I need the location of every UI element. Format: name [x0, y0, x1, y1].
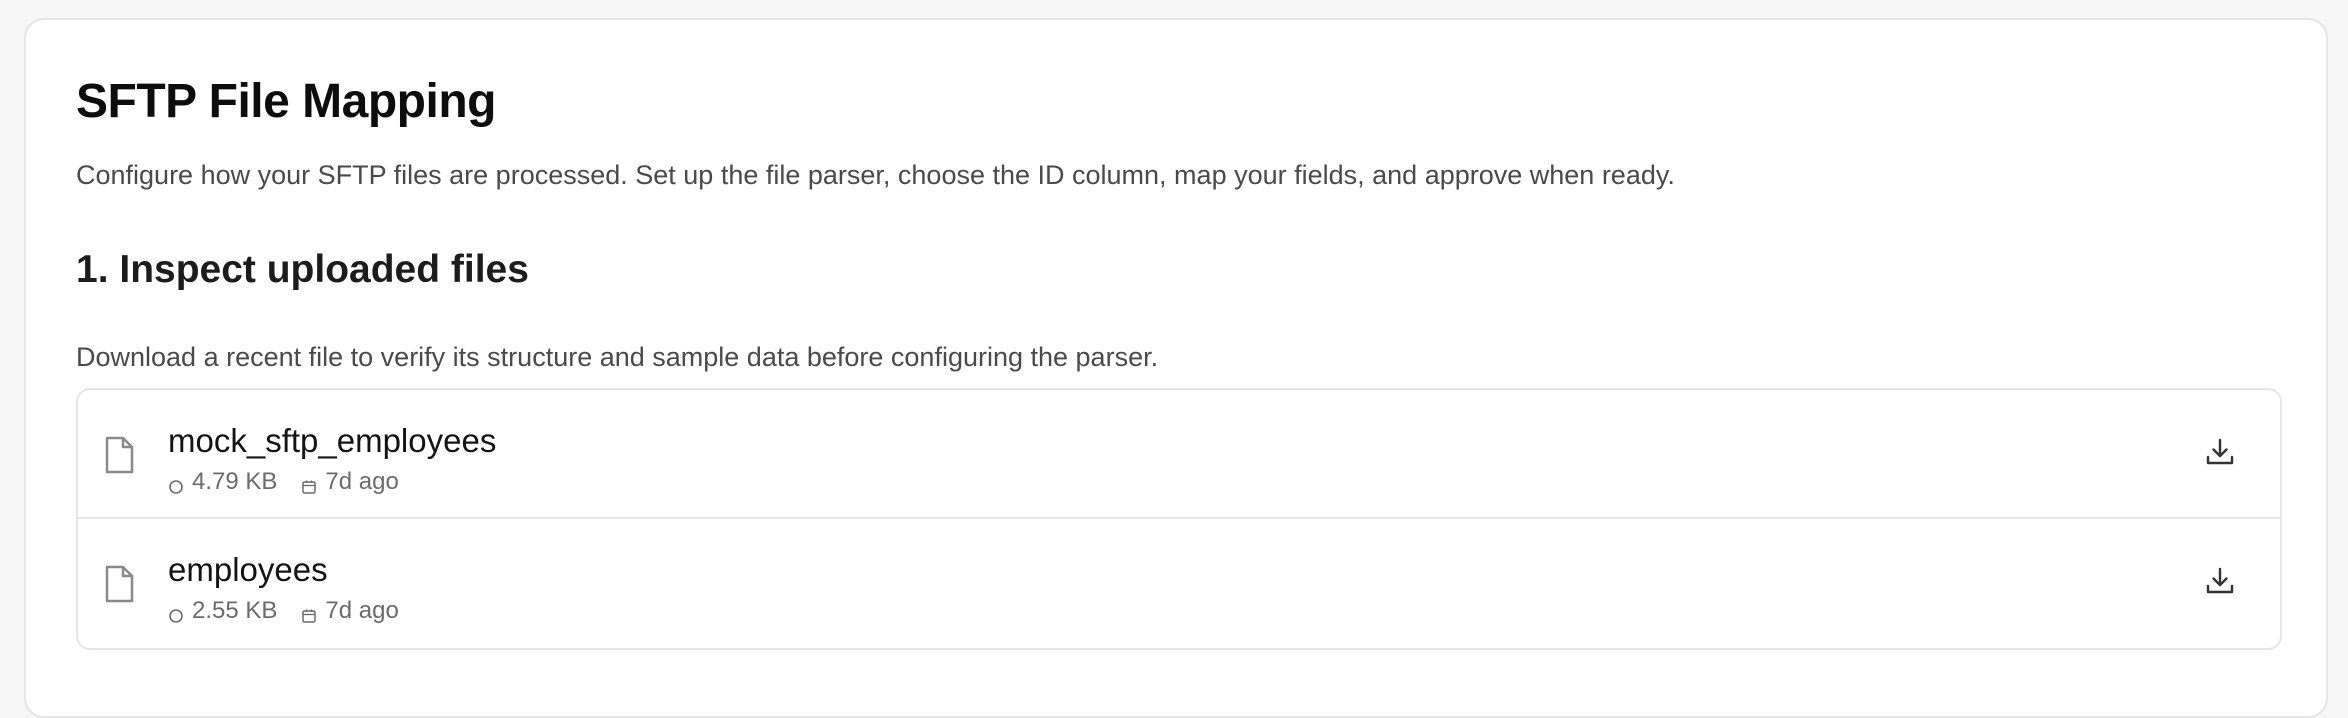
file-age: 7d ago: [301, 468, 399, 496]
download-button[interactable]: [2200, 563, 2240, 603]
file-row: employees 2.55 KB 7d ago: [78, 519, 2280, 648]
file-size-value: 4.79 KB: [192, 468, 278, 495]
file-meta: 2.55 KB 7d ago: [168, 597, 423, 625]
section-title-inspect-files: 1. Inspect uploaded files: [76, 248, 529, 291]
file-age-value: 7d ago: [325, 597, 399, 624]
file-meta: 4.79 KB 7d ago: [168, 468, 423, 496]
page-description: Configure how your SFTP files are proces…: [76, 160, 1675, 190]
file-row: mock_sftp_employees 4.79 KB 7d ago: [78, 390, 2280, 519]
download-icon: [2205, 566, 2235, 601]
file-size: 4.79 KB: [168, 468, 277, 496]
download-button[interactable]: [2200, 434, 2240, 474]
file-icon: [104, 565, 134, 603]
file-name: mock_sftp_employees: [168, 422, 497, 459]
circle-icon: [168, 603, 184, 623]
file-name: employees: [168, 551, 328, 588]
file-size-value: 2.55 KB: [192, 597, 278, 624]
page-title: SFTP File Mapping: [76, 75, 496, 128]
sftp-mapping-card: SFTP File Mapping Configure how your SFT…: [24, 18, 2328, 718]
file-age: 7d ago: [301, 597, 399, 625]
calendar-icon: [301, 603, 317, 623]
uploaded-files-list: mock_sftp_employees 4.79 KB 7d ago emplo…: [76, 388, 2282, 650]
file-age-value: 7d ago: [325, 468, 399, 495]
file-icon: [104, 436, 134, 474]
calendar-icon: [301, 474, 317, 494]
file-size: 2.55 KB: [168, 597, 277, 625]
section-description-inspect-files: Download a recent file to verify its str…: [76, 342, 1159, 372]
download-icon: [2205, 437, 2235, 472]
circle-icon: [168, 474, 184, 494]
